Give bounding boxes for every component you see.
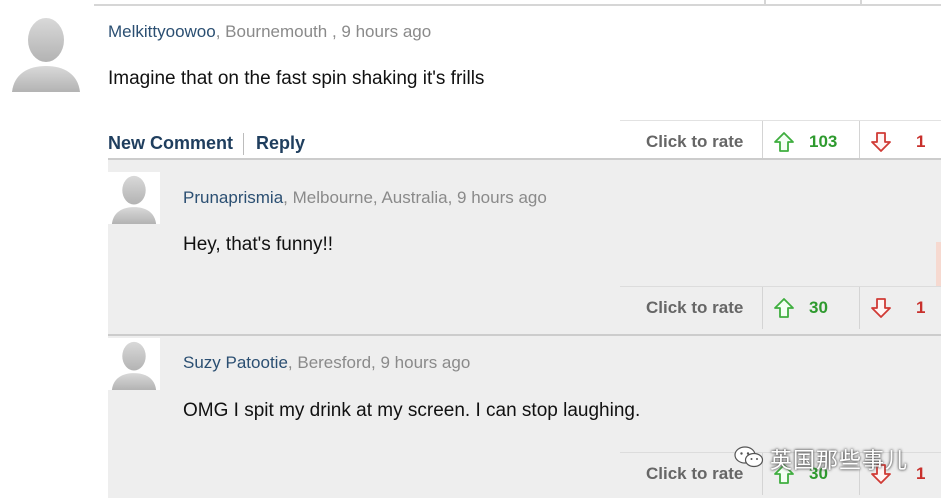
divider-tick [860, 0, 862, 6]
rate-down-button[interactable]: 1 [859, 121, 941, 163]
click-to-rate-label: Click to rate [646, 298, 744, 317]
arrow-up-icon [773, 297, 795, 319]
comment-text: Imagine that on the fast spin shaking it… [108, 68, 485, 89]
top-divider [94, 0, 941, 6]
comment-meta: Melkittyoowoo, Bournemouth , 9 hours ago [108, 22, 431, 42]
avatar-icon[interactable] [108, 338, 160, 390]
comment-meta: Prunaprismia, Melbourne, Australia, 9 ho… [183, 188, 547, 208]
arrow-down-icon [870, 297, 892, 319]
arrow-up-icon [773, 131, 795, 153]
comment-meta: Suzy Patootie, Beresford, 9 hours ago [183, 353, 470, 373]
username-link[interactable]: Melkittyoowoo [108, 22, 216, 41]
side-feedback-tab[interactable] [936, 242, 941, 286]
comment: Melkittyoowoo, Bournemouth , 9 hours ago… [0, 8, 941, 163]
rate-down-button[interactable]: 1 [859, 287, 941, 329]
avatar-icon[interactable] [108, 172, 160, 224]
arrow-down-icon [870, 131, 892, 153]
up-count: 30 [809, 298, 828, 317]
rate-up-button[interactable]: 103 [762, 121, 859, 163]
new-comment-link[interactable]: New Comment [108, 133, 233, 154]
comment-text: Hey, that's funny!! [183, 234, 334, 255]
comment-location-time: , Melbourne, Australia, 9 hours ago [283, 188, 547, 207]
watermark-text: 英国那些事儿 [770, 448, 909, 473]
reply-comment: Prunaprismia, Melbourne, Australia, 9 ho… [108, 158, 941, 336]
wechat-icon [734, 446, 764, 468]
comment-location-time: , Bournemouth , 9 hours ago [215, 22, 432, 41]
rating-bar: Click to rate 103 1 [620, 120, 941, 163]
click-to-rate-label: Click to rate [646, 464, 744, 483]
avatar-icon[interactable] [6, 12, 86, 92]
rating-bar: Click to rate 30 1 [620, 286, 941, 329]
down-count: 1 [916, 464, 926, 483]
click-to-rate-label: Click to rate [646, 132, 744, 151]
down-count: 1 [916, 132, 926, 151]
link-separator [243, 133, 244, 155]
down-count: 1 [916, 298, 926, 317]
username-link[interactable]: Prunaprismia [183, 188, 283, 207]
comment-location-time: , Beresford, 9 hours ago [287, 353, 471, 372]
rate-up-button[interactable]: 30 [762, 287, 859, 329]
comment-text: OMG I spit my drink at my screen. I can … [183, 400, 641, 421]
divider-tick [764, 0, 766, 6]
username-link[interactable]: Suzy Patootie [183, 353, 288, 372]
up-count: 103 [809, 132, 838, 151]
reply-link[interactable]: Reply [256, 133, 305, 154]
